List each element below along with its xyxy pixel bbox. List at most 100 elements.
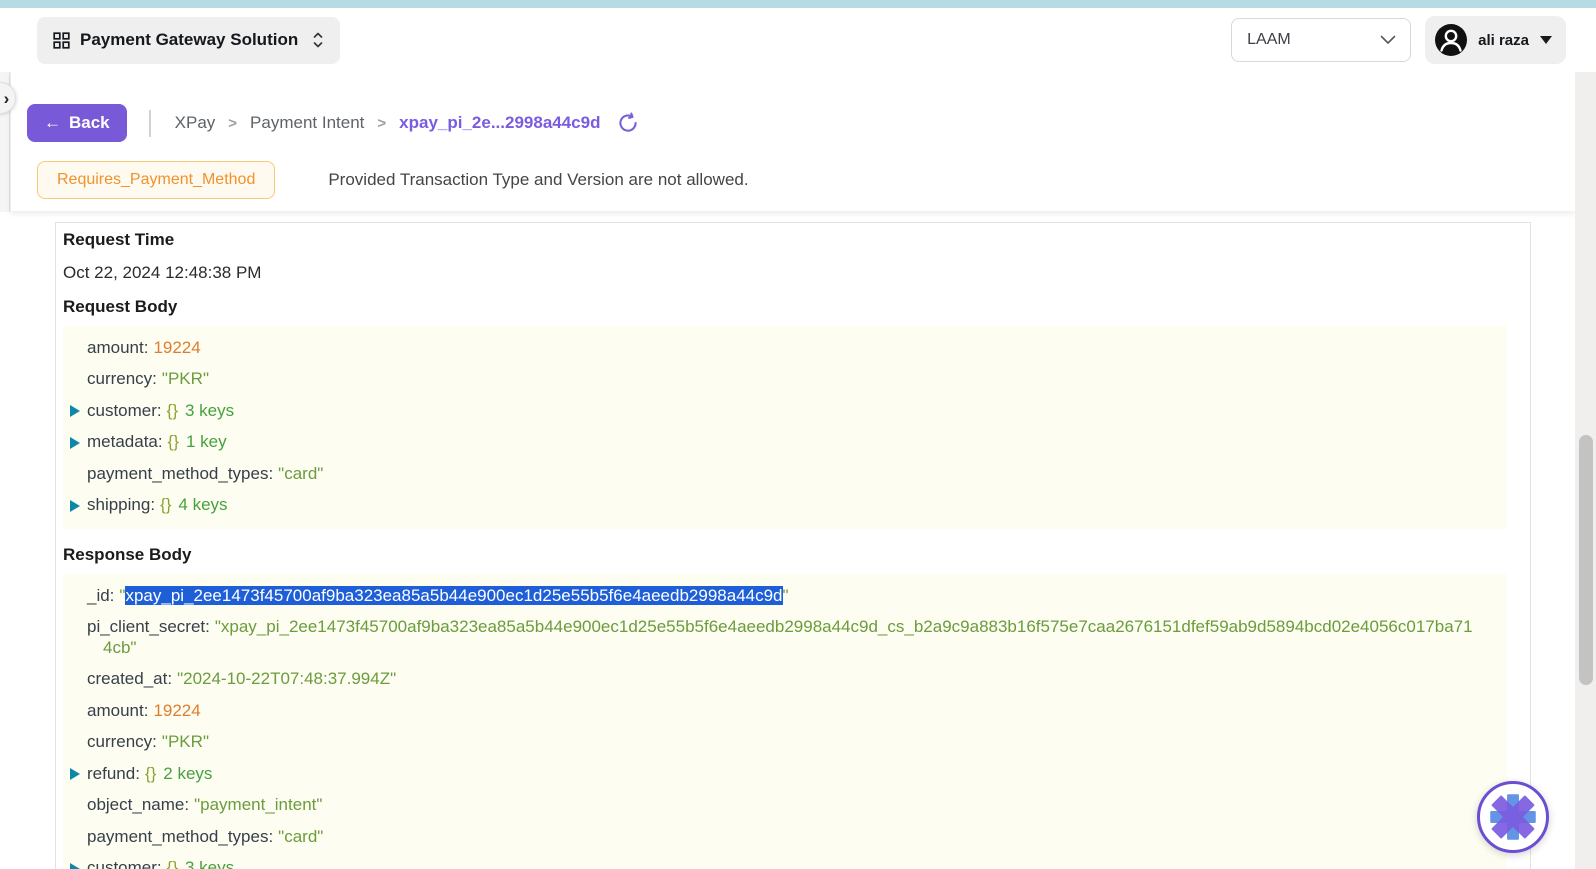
json-row-payment_method_types: payment_method_types:"card" [63, 458, 1487, 490]
json-key-count: 1 key [186, 432, 227, 451]
json-quote: " [203, 369, 209, 388]
expand-triangle-icon[interactable] [70, 437, 80, 449]
json-key: metadata: [87, 432, 163, 451]
scrollbar-thumb[interactable] [1579, 435, 1593, 685]
request-body-heading: Request Body [63, 295, 1530, 319]
response-body-json: _id:"xpay_pi_2ee1473f45700af9ba323ea85a5… [63, 574, 1507, 869]
json-number-value: 19224 [153, 701, 200, 720]
json-row-metadata[interactable]: metadata: {} 1 key [63, 427, 1487, 459]
grid-icon [53, 32, 70, 49]
json-key: created_at: [87, 669, 172, 688]
json-key-count: 3 keys [185, 858, 234, 869]
json-key: amount: [87, 701, 148, 720]
scrollbar-track[interactable] [1575, 72, 1596, 869]
app-switcher-button[interactable]: Payment Gateway Solution [37, 17, 340, 64]
json-key: object_name: [87, 795, 189, 814]
json-row-amount: amount: 19224 [63, 695, 1487, 727]
breadcrumb-row: ← Back XPay > Payment Intent > xpay_pi_2… [27, 104, 639, 142]
sort-chevrons-icon [312, 31, 324, 49]
json-row-refund[interactable]: refund: {} 2 keys [63, 758, 1487, 790]
json-row-_id: _id:"xpay_pi_2ee1473f45700af9ba323ea85a5… [63, 580, 1487, 612]
org-select[interactable]: LAAM [1231, 18, 1411, 62]
request-body-json: amount:19224currency:"PKR"customer:{}3 k… [63, 326, 1507, 529]
json-quote: " [783, 586, 789, 605]
json-string-value: xpay_pi_2ee1473f45700af9ba323ea85a5b44e9… [103, 617, 1473, 657]
chevron-right-icon: › [0, 90, 9, 107]
json-key: amount: [87, 338, 148, 357]
user-avatar-icon [1433, 22, 1469, 58]
json-number-value: 19224 [153, 338, 200, 357]
status-message: Provided Transaction Type and Version ar… [328, 170, 748, 190]
user-menu[interactable]: ali raza [1425, 16, 1566, 64]
user-name: ali raza [1478, 32, 1529, 49]
json-row-customer[interactable]: customer: {} 3 keys [63, 395, 1487, 427]
expand-triangle-icon[interactable] [70, 500, 80, 512]
json-string-value: 2024-10-22T07:48:37.994Z [183, 669, 390, 688]
json-key: currency: [87, 369, 157, 388]
org-select-value: LAAM [1247, 31, 1291, 49]
breadcrumb-separator: > [377, 115, 386, 132]
chat-widget-button[interactable] [1477, 781, 1549, 853]
asterisk-icon [1487, 791, 1539, 843]
request-time-value: Oct 22, 2024 12:48:38 PM [63, 261, 1530, 285]
divider [149, 110, 151, 137]
json-quote: " [203, 732, 209, 751]
json-key: customer: [87, 858, 162, 869]
detail-panel: Request Time Oct 22, 2024 12:48:38 PM Re… [55, 222, 1531, 869]
json-key-count: 3 keys [185, 401, 234, 420]
json-row-pi_client_secret: pi_client_secret: "xpay_pi_2ee1473f45700a… [63, 612, 1487, 664]
expand-triangle-icon[interactable] [70, 863, 80, 869]
json-row-object_name: object_name:"payment_intent" [63, 790, 1487, 822]
json-key: refund: [87, 764, 140, 783]
json-row-amount: amount: 19224 [63, 332, 1487, 364]
breadcrumb-item-payment-intent[interactable]: Payment Intent [250, 113, 364, 133]
json-quote: " [317, 827, 323, 846]
back-button[interactable]: ← Back [27, 104, 127, 142]
refresh-button[interactable] [617, 112, 639, 134]
json-braces[interactable]: {} [160, 495, 171, 514]
back-arrow-icon: ← [44, 113, 61, 133]
json-key: payment_method_types: [87, 464, 273, 483]
json-string-value: PKR [168, 732, 203, 751]
page-header: ← Back XPay > Payment Intent > xpay_pi_2… [10, 72, 1575, 211]
json-quote: " [317, 464, 323, 483]
request-time-heading: Request Time [63, 228, 1530, 252]
json-row-currency: currency:"PKR" [63, 364, 1487, 396]
page: Payment Gateway Solution LAAM ali raza [0, 0, 1596, 869]
status-badge: Requires_Payment_Method [37, 161, 275, 199]
json-row-shipping[interactable]: shipping:{}4 keys [63, 490, 1487, 522]
app-switcher-label: Payment Gateway Solution [80, 30, 298, 50]
json-string-value: PKR [168, 369, 203, 388]
json-key: pi_client_secret: [87, 617, 210, 636]
caret-down-icon [1540, 36, 1552, 44]
expand-triangle-icon[interactable] [70, 768, 80, 780]
top-bar: Payment Gateway Solution LAAM ali raza [0, 8, 1596, 72]
json-quote: " [130, 638, 136, 657]
json-braces[interactable]: {} [167, 401, 178, 420]
json-key: payment_method_types: [87, 827, 273, 846]
status-row: Requires_Payment_Method Provided Transac… [37, 161, 749, 199]
back-button-label: Back [69, 113, 110, 133]
json-row-created_at: created_at:"2024-10-22T07:48:37.994Z" [63, 664, 1487, 696]
json-row-payment_method_types: payment_method_types:"card" [63, 821, 1487, 853]
json-string-value: card [284, 827, 317, 846]
json-key-count: 2 keys [163, 764, 212, 783]
json-quote: " [390, 669, 396, 688]
json-row-customer[interactable]: customer: {} 3 keys [63, 853, 1487, 869]
expand-triangle-icon[interactable] [70, 405, 80, 417]
json-string-value: card [284, 464, 317, 483]
topbar-right-group: LAAM ali raza [1231, 16, 1566, 64]
json-braces[interactable]: {} [145, 764, 156, 783]
json-key: currency: [87, 732, 157, 751]
breadcrumb-item-xpay[interactable]: XPay [175, 113, 216, 133]
json-key: _id: [87, 586, 114, 605]
json-string-value: payment_intent [200, 795, 316, 814]
top-accent-strip [0, 0, 1596, 8]
json-row-currency: currency:"PKR" [63, 727, 1487, 759]
json-key-count: 4 keys [178, 495, 227, 514]
json-key: customer: [87, 401, 162, 420]
json-braces[interactable]: {} [167, 858, 178, 869]
json-braces[interactable]: {} [168, 432, 179, 451]
response-body-heading: Response Body [63, 543, 1530, 567]
breadcrumb-item-intent-id[interactable]: xpay_pi_2e...2998a44c9d [399, 113, 600, 133]
